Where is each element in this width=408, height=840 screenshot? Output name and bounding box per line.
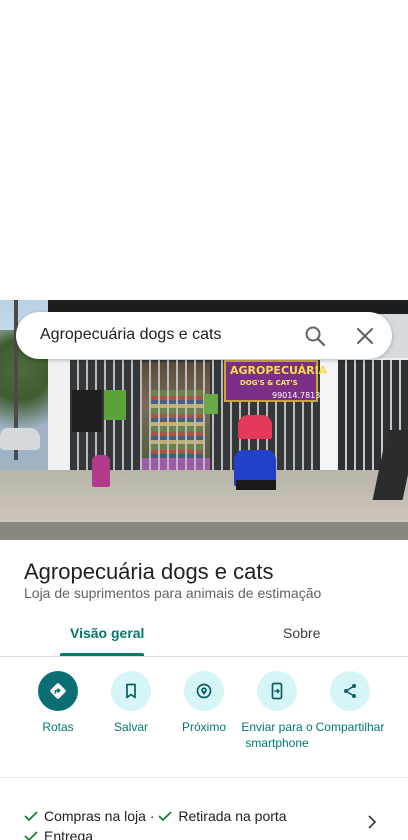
place-category: Loja de suprimentos para animais de esti… [24,585,322,601]
save-label: Salvar [113,720,148,734]
service-delivery: Entrega [24,828,93,840]
share-circle[interactable] [330,671,370,711]
close-icon[interactable] [353,324,377,348]
photo-kennel-base [236,480,276,490]
share-button[interactable]: Compartilhar [310,671,390,735]
section-divider [0,777,408,778]
store-sign-subtitle: DOG'S & CAT'S [240,379,298,387]
photo-poster-small [204,394,218,414]
share-icon [344,684,356,698]
store-sign: AGROPECUÁRIA DOG'S & CAT'S 99014.7813 [224,360,327,402]
check-icon [24,831,38,840]
service-options[interactable]: Compras na loja · Retirada na porta Entr… [24,806,364,840]
photo-poster [104,390,126,420]
service-delivery-label: Entrega [44,828,94,840]
nearby-button[interactable]: Próximo [164,671,244,735]
nearby-icon [196,683,212,699]
check-icon [24,811,38,821]
search-icon[interactable] [303,324,327,348]
directions-icon [50,683,66,699]
share-label: Compartilhar [315,720,385,734]
photo-car [0,428,40,450]
service-curbside: Retirada na porta [158,808,287,824]
send-to-phone-label: Enviar para o smartphone [241,720,313,750]
check-icon [158,811,172,821]
directions-button[interactable]: Rotas [18,671,98,735]
send-to-phone-icon [271,682,283,700]
store-sign-phone: 99014.7813 [272,391,321,400]
store-sign-name: AGROPECUÁRIA [230,364,328,377]
photo-pillar [320,340,338,490]
nearby-circle[interactable] [184,671,224,711]
photo-kennel-small [92,455,110,487]
search-bar[interactable]: Agropecuária dogs e cats [16,312,392,359]
tab-about[interactable]: Sobre [283,625,320,657]
chevron-right-icon[interactable] [362,812,382,832]
maps-app: AGROPECUÁRIA DOG'S & CAT'S 99014.7813 Ag… [0,0,408,840]
send-to-phone-button[interactable]: Enviar para o smartphone [237,671,317,751]
service-in-store-label: Compras na loja [44,808,146,824]
nearby-label: Próximo [181,720,226,734]
photo-chalkboard [72,390,102,432]
service-separator: · [149,808,155,824]
save-button[interactable]: Salvar [91,671,171,735]
send-to-phone-circle[interactable] [257,671,297,711]
directions-circle[interactable] [38,671,78,711]
save-circle[interactable] [111,671,151,711]
photo-sidewalk [0,470,408,530]
bookmark-icon [126,683,136,699]
photo-curb [0,522,408,540]
service-in-store: Compras na loja [24,808,150,824]
service-curbside-label: Retirada na porta [178,808,287,824]
tab-divider [0,656,408,657]
directions-label: Rotas [42,720,74,734]
photo-kennel-pink [238,415,272,439]
place-title: Agropecuária dogs e cats [24,559,274,584]
search-input[interactable]: Agropecuária dogs e cats [40,326,221,344]
